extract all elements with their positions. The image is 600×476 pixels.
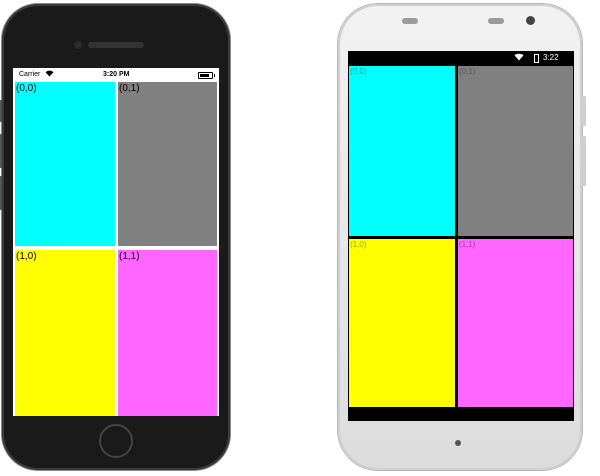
grid-cell-1-1: (1,1) bbox=[118, 250, 217, 416]
grid-cell-0-0: (0,0) bbox=[349, 66, 455, 236]
grid-cell-1-1: (1,1) bbox=[458, 239, 573, 407]
grid-cell-0-1: (0,1) bbox=[118, 82, 217, 246]
grid-cell-0-1: (0,1) bbox=[458, 66, 573, 236]
earpiece-speaker bbox=[88, 42, 144, 48]
cell-label: (1,1) bbox=[119, 251, 140, 262]
cell-label: (1,0) bbox=[16, 251, 37, 262]
ios-grid: (0,0) (0,1) (1,0) (1,1) bbox=[15, 82, 217, 416]
front-camera-icon bbox=[74, 41, 82, 49]
cell-label: (0,1) bbox=[459, 67, 476, 76]
android-status-bar: 3:22 bbox=[348, 51, 574, 65]
cell-label: (0,1) bbox=[119, 83, 140, 94]
grid-cell-1-0: (1,0) bbox=[15, 250, 115, 416]
android-grid: (0,0) (0,1) (1,0) (1,1) bbox=[348, 65, 574, 417]
volume-down-button bbox=[0, 176, 2, 210]
speaker-grille bbox=[488, 18, 504, 24]
android-device: 3:22 (0,0) (0,1) (1,0) (1,1) bbox=[338, 4, 586, 470]
battery-icon bbox=[534, 54, 539, 63]
carrier-label: Carrier bbox=[19, 71, 41, 78]
cell-label: (1,1) bbox=[459, 240, 476, 249]
ios-status-bar: Carrier 3:20 PM bbox=[13, 68, 219, 82]
wifi-icon bbox=[45, 70, 54, 79]
cell-label: (0,0) bbox=[350, 67, 367, 76]
iphone-screen: Carrier 3:20 PM (0,0) (0,1) (1,0) (1,1) bbox=[13, 68, 219, 416]
front-camera-icon bbox=[526, 16, 535, 25]
volume-rocker bbox=[582, 136, 586, 186]
notification-led bbox=[455, 440, 461, 446]
volume-up-button bbox=[0, 134, 2, 168]
home-button[interactable] bbox=[99, 424, 133, 458]
mute-switch bbox=[0, 100, 2, 122]
iphone-device: Carrier 3:20 PM (0,0) (0,1) (1,0) (1,1) bbox=[0, 4, 230, 470]
wifi-icon bbox=[514, 53, 524, 63]
power-button bbox=[582, 96, 586, 126]
status-time: 3:22 bbox=[543, 53, 559, 62]
status-time: 3:20 PM bbox=[103, 71, 130, 78]
cell-label: (1,0) bbox=[350, 240, 367, 249]
grid-cell-0-0: (0,0) bbox=[15, 82, 115, 246]
cell-label: (0,0) bbox=[16, 83, 37, 94]
android-screen: 3:22 (0,0) (0,1) (1,0) (1,1) bbox=[348, 51, 574, 421]
speaker-grille bbox=[402, 18, 418, 24]
grid-cell-1-0: (1,0) bbox=[349, 239, 455, 407]
battery-icon bbox=[198, 72, 215, 79]
